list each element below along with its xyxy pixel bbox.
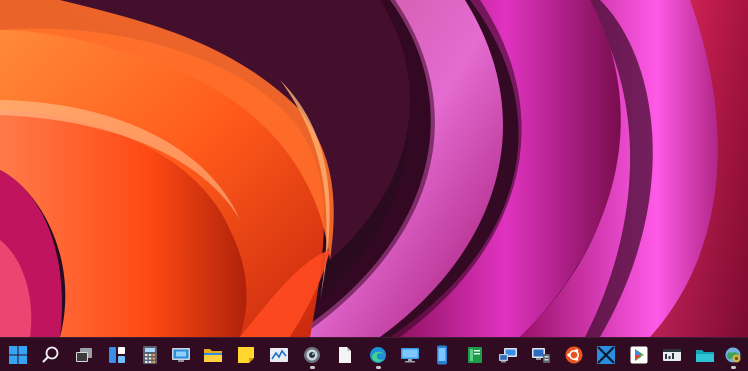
snip-cross-icon [597,346,615,364]
phone-icon [437,345,447,365]
task-manager-icon [663,349,681,361]
taskbar [0,337,748,371]
task-manager-button[interactable] [657,340,687,370]
folder-icon [204,349,222,362]
folder-button[interactable] [690,340,720,370]
document-icon [339,347,351,363]
calculator-button[interactable] [135,340,165,370]
remote-desktop-icon [172,348,190,362]
spreadsheet-button[interactable] [460,340,490,370]
notepad-button[interactable] [330,340,360,370]
start-button[interactable] [3,340,33,370]
play-store-icon [630,346,648,364]
edge-button[interactable] [363,340,393,370]
camera-lens-icon [304,347,320,363]
remote-desktop-button[interactable] [166,340,196,370]
sticky-note-icon [238,347,254,363]
task-view-icon [76,348,92,362]
running-indicator [309,366,315,369]
globe-gear-icon [725,347,741,363]
sticky-notes-button[interactable] [231,340,261,370]
performance-monitor-button[interactable] [264,340,294,370]
display-button[interactable] [395,340,425,370]
network-button[interactable] [493,340,523,370]
monitor-icon [401,348,419,363]
running-indicator [375,366,381,369]
windows-logo-icon [9,346,27,364]
edge-browser-icon [370,347,386,363]
running-indicator [730,366,736,369]
phone-link-button[interactable] [427,340,457,370]
ubuntu-icon [565,346,583,364]
teal-folder-icon [696,350,714,362]
file-explorer-button[interactable] [198,340,228,370]
snipping-button[interactable] [591,340,621,370]
calculator-icon [143,346,157,364]
device-manager-button[interactable] [526,340,556,370]
widgets-icon [109,347,125,363]
device-manager-icon [532,348,550,363]
play-store-button[interactable] [624,340,654,370]
network-computer-icon [499,348,517,363]
camera-button[interactable] [297,340,327,370]
search-button[interactable] [36,340,66,370]
chart-monitor-icon [270,348,288,362]
desktop-wallpaper [0,0,748,370]
search-icon [42,346,59,363]
ubuntu-button[interactable] [559,340,589,370]
settings-globe-button[interactable] [718,340,748,370]
task-view-button[interactable] [69,340,99,370]
widgets-button[interactable] [102,340,132,370]
green-book-icon [468,347,482,363]
